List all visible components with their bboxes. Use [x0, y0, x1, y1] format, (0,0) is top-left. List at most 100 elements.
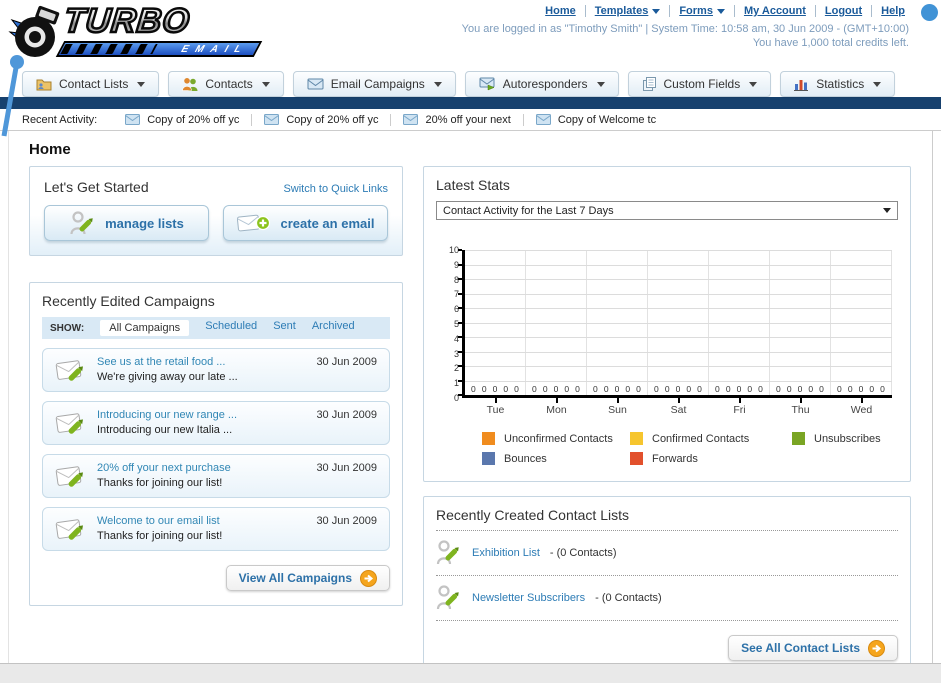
tab-label: Statistics	[816, 77, 865, 91]
chevron-down-icon	[749, 81, 758, 87]
campaigns-title: Recently Edited Campaigns	[42, 293, 215, 309]
tab-contacts[interactable]: Contacts	[168, 71, 284, 97]
campaign-filter[interactable]: Sent	[273, 320, 296, 336]
nav-logout[interactable]: Logout	[814, 5, 862, 17]
envelope-icon	[264, 114, 280, 125]
chevron-down-icon	[716, 8, 725, 14]
x-tick: Wed	[831, 398, 892, 416]
contacts-icon	[182, 77, 198, 91]
campaign-subtitle: Introducing our new Italia ...	[97, 424, 233, 436]
campaign-item[interactable]: See us at the retail food ... We're givi…	[42, 348, 390, 392]
nav-my-account[interactable]: My Account	[733, 5, 806, 17]
data-value-label: 0	[808, 384, 814, 394]
tab-autoresponders[interactable]: Autoresponders	[464, 71, 619, 97]
campaign-filter[interactable]: All Campaigns	[100, 320, 190, 336]
login-line2: You have 1,000 total credits left.	[752, 37, 909, 49]
tab-label: Autoresponders	[502, 77, 588, 91]
y-tick-mark	[458, 336, 462, 338]
tab-label: Custom Fields	[663, 77, 741, 91]
nav-forms[interactable]: Forms	[669, 5, 725, 17]
campaign-item[interactable]: Welcome to our email list Thanks for joi…	[42, 507, 390, 551]
x-tick: Thu	[770, 398, 831, 416]
recent-activity-label: Recent Activity:	[22, 113, 98, 126]
data-value-label: 0	[654, 384, 659, 394]
gridline	[465, 351, 892, 353]
data-value-label: 0	[715, 384, 720, 394]
email-campaigns-icon	[307, 78, 324, 90]
tab-custom-fields[interactable]: Custom Fields	[627, 71, 772, 97]
page-footer-strip	[0, 663, 941, 683]
campaign-item[interactable]: Introducing our new range ... Introducin…	[42, 401, 390, 445]
campaign-item[interactable]: 20% off your next purchase Thanks for jo…	[42, 454, 390, 498]
legend-swatch	[482, 452, 495, 465]
x-tick-label: Sat	[670, 404, 687, 416]
envelope-plus-icon	[236, 214, 270, 232]
legend-label: Unconfirmed Contacts	[504, 432, 613, 445]
legend-item: Bounces	[482, 452, 630, 465]
chevron-down-icon	[137, 81, 146, 87]
manage-lists-button[interactable]: manage lists	[44, 205, 209, 241]
data-value-label: 0	[514, 384, 519, 394]
data-value-label: 0	[869, 384, 875, 394]
contact-lists-icon	[36, 79, 52, 91]
campaign-date: 30 Jun 2009	[316, 356, 377, 368]
chevron-down-icon	[596, 81, 605, 87]
contact-list-item[interactable]: Exhibition List - (0 Contacts)	[436, 538, 898, 568]
pin-line-decoration	[1, 55, 24, 137]
recent-activity-item[interactable]: Copy of 20% off yc	[113, 114, 251, 126]
x-tick-label: Wed	[850, 404, 873, 416]
y-tick-label: 6	[453, 304, 459, 315]
campaign-filter[interactable]: Scheduled	[205, 320, 257, 336]
page-title: Home	[29, 141, 71, 158]
campaign-filter[interactable]: Archived	[312, 320, 355, 336]
legend-label: Unsubscribes	[814, 432, 881, 445]
switch-to-quick-links[interactable]: Switch to Quick Links	[283, 183, 388, 195]
y-tick-mark	[458, 350, 462, 353]
stats-activity-dropdown[interactable]: Contact Activity for the Last 7 Days	[436, 201, 898, 220]
view-all-campaigns-button[interactable]: View All Campaigns	[225, 565, 390, 591]
legend-label: Confirmed Contacts	[652, 432, 750, 445]
campaign-title-link[interactable]: See us at the retail food ...	[97, 355, 238, 370]
nav-templates[interactable]: Templates	[584, 5, 661, 17]
data-value-label: 0	[636, 384, 641, 394]
gridline	[465, 250, 892, 251]
x-tick-mark	[738, 398, 741, 403]
chart-y-axis: 0 1 2 3 4 5 6 7 8 9 10	[436, 245, 462, 403]
recent-activity-item[interactable]: Copy of Welcome tc	[522, 113, 668, 126]
tab-email-campaigns[interactable]: Email Campaigns	[292, 71, 456, 97]
gridline	[465, 308, 892, 309]
nav-help[interactable]: Help	[871, 5, 905, 17]
nav-home[interactable]: Home	[545, 5, 576, 17]
legend-swatch	[630, 432, 643, 445]
show-label: SHOW:	[50, 322, 85, 334]
campaign-title-link[interactable]: Welcome to our email list	[97, 514, 222, 529]
contact-lists-title: Recently Created Contact Lists	[436, 507, 629, 523]
data-value-label: 0	[471, 384, 476, 394]
chevron-down-icon	[873, 81, 882, 87]
see-all-contact-lists-button[interactable]: See All Contact Lists	[728, 635, 898, 661]
x-tick-mark	[616, 398, 619, 403]
recent-activity-item[interactable]: 20% off your next	[390, 113, 522, 126]
contact-list-item[interactable]: Newsletter Subscribers - (0 Contacts)	[436, 583, 898, 613]
chart-x-axis: Tue Mon Sun Sat Fri Thu Wed	[465, 398, 892, 416]
campaign-title-link[interactable]: 20% off your next purchase	[97, 461, 231, 476]
y-tick-label: 5	[453, 319, 459, 329]
x-tick: Mon	[526, 398, 587, 416]
get-started-title: Let's Get Started	[44, 179, 149, 195]
create-an-email-button[interactable]: create an email	[223, 205, 388, 241]
x-tick-label: Sun	[608, 404, 627, 416]
y-tick-mark	[458, 321, 462, 324]
gridline	[465, 293, 892, 295]
contact-list-link[interactable]: Exhibition List	[472, 547, 540, 559]
tab-statistics[interactable]: Statistics	[780, 71, 896, 97]
gridline	[465, 279, 892, 280]
tab-contact-lists[interactable]: Contact Lists	[22, 71, 160, 97]
campaign-title-link[interactable]: Introducing our new range ...	[97, 408, 237, 423]
contact-list-link[interactable]: Newsletter Subscribers	[472, 592, 585, 604]
data-value-label: 0	[675, 384, 681, 394]
recent-activity-item[interactable]: Copy of 20% off yc	[251, 113, 390, 126]
y-tick-mark	[458, 292, 462, 295]
header: TURBO EMAIL Home Templates Forms My Acco…	[0, 0, 941, 137]
dropdown-value: Contact Activity for the Last 7 Days	[443, 204, 614, 217]
data-value-label: 0	[575, 384, 580, 394]
